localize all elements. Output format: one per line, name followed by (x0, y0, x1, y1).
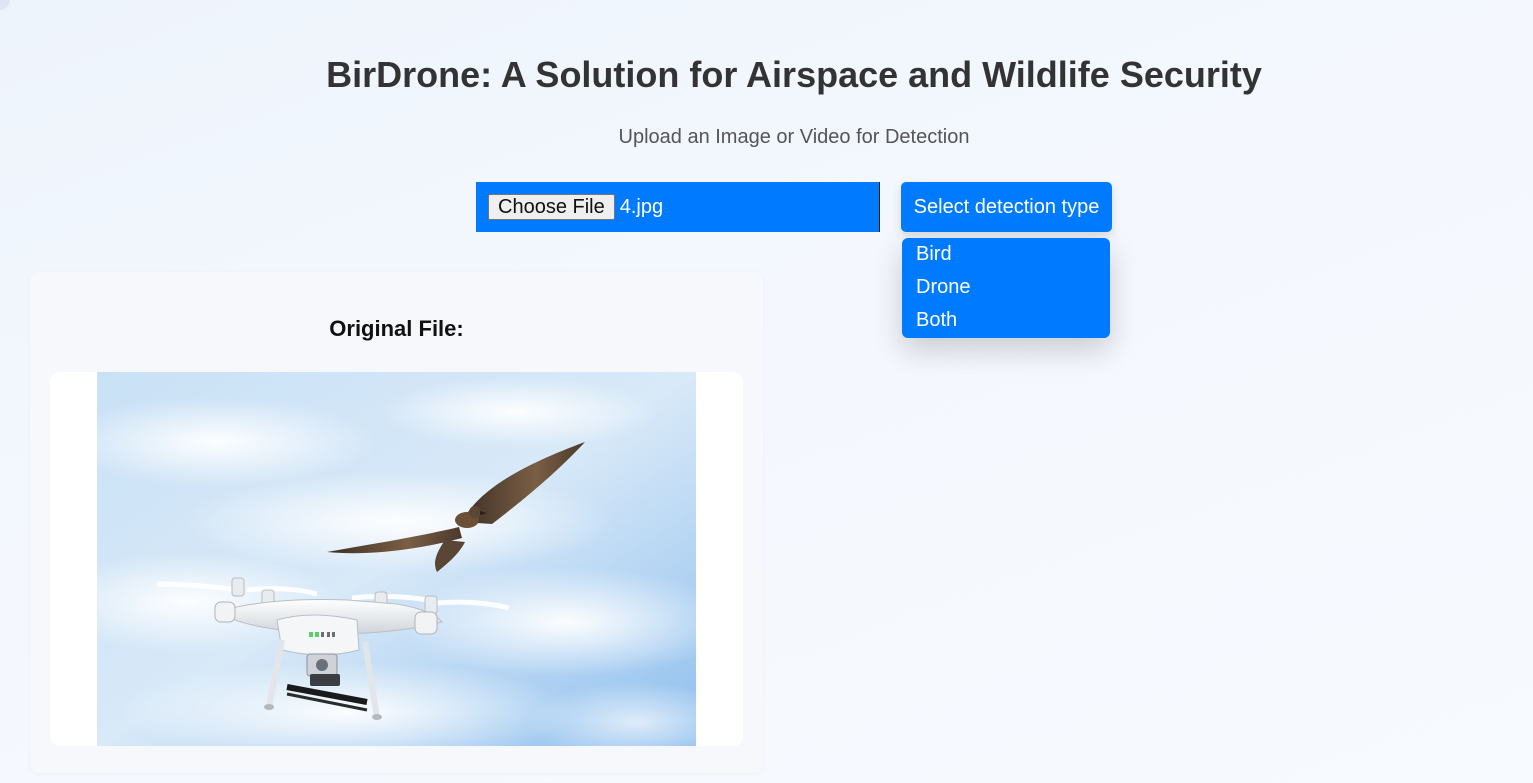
window-corner (0, 0, 10, 10)
page-title: BirDrone: A Solution for Airspace and Wi… (326, 54, 1262, 95)
dropdown-option-drone[interactable]: Drone (902, 275, 1110, 308)
selected-file-name: 4.jpg (619, 195, 664, 218)
page-subtitle: Upload an Image or Video for Detection (618, 126, 970, 148)
uploaded-image-preview (97, 372, 696, 746)
detection-type-select[interactable]: Select detection type (901, 182, 1112, 232)
detection-type-dropdown: Bird Drone Both (902, 238, 1110, 338)
file-input[interactable]: Choose File 4.jpg (476, 182, 880, 232)
dropdown-option-bird[interactable]: Bird (902, 242, 1110, 275)
image-preview-frame (50, 372, 743, 746)
original-file-card: Original File: (30, 272, 763, 773)
original-file-heading: Original File: (329, 316, 464, 341)
choose-file-button[interactable]: Choose File (488, 194, 615, 220)
dropdown-option-both[interactable]: Both (902, 308, 1110, 341)
